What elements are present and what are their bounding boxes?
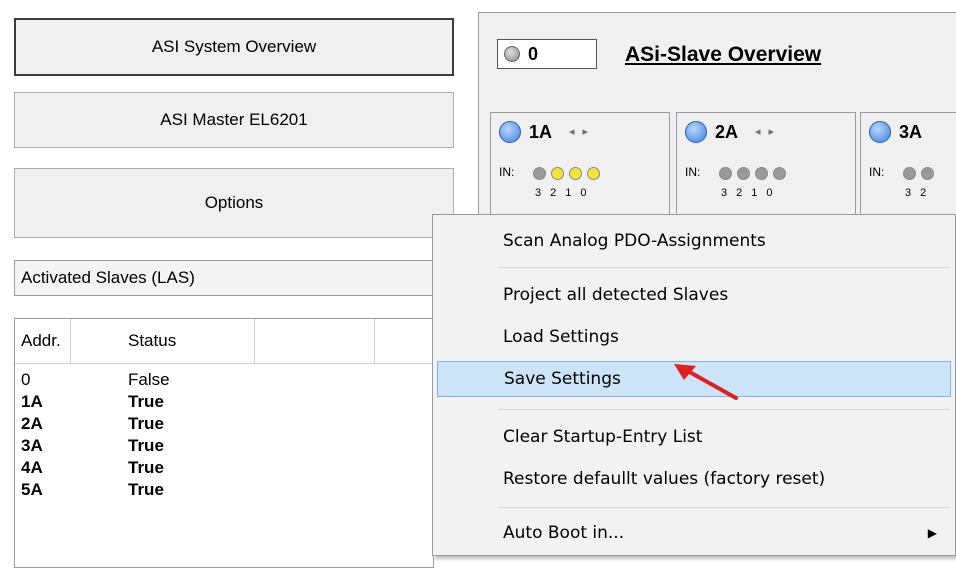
slave-id: 3A (899, 121, 923, 142)
cell-addr: 3A (21, 436, 43, 455)
slave-filter-value: Activated Slaves (LAS) (21, 268, 195, 287)
table-row[interactable]: 1A True (15, 392, 433, 414)
menu-item-auto-boot[interactable]: Auto Boot in... ▶ (437, 515, 951, 551)
bit-label: 3 (905, 187, 912, 199)
cell-status: True (128, 458, 164, 477)
column-header-status[interactable]: Status (71, 319, 255, 363)
in-label: IN: (869, 165, 885, 179)
input-led-icon (737, 167, 750, 180)
menu-item-scan-analog-pdo[interactable]: Scan Analog PDO-Assignments (437, 223, 951, 259)
annotation-arrow-icon (674, 364, 738, 400)
cell-addr: 4A (21, 458, 43, 477)
cell-status: True (128, 392, 164, 411)
bit-label: 0 (766, 187, 773, 199)
submenu-arrow-icon: ▶ (927, 526, 937, 540)
menu-separator (499, 507, 949, 508)
bit-label: 1 (565, 187, 572, 199)
slave-counter-value: 0 (528, 43, 539, 64)
slave-card-3a[interactable]: 3A IN: 3 2 (860, 112, 956, 222)
input-led-icon (719, 167, 732, 180)
menu-separator (499, 267, 949, 268)
cell-status: False (128, 370, 170, 389)
slave-led-icon (869, 121, 891, 143)
menu-separator (499, 409, 949, 410)
slave-scroll-arrows-icon[interactable]: ◂▸ (755, 125, 782, 138)
input-led-icon (773, 167, 786, 180)
cell-addr: 0 (21, 370, 31, 389)
table-header: Addr. Status (15, 319, 433, 364)
slave-led-icon (499, 121, 521, 143)
slave-card-2a[interactable]: 2A ◂▸ IN: 3 2 1 0 (676, 112, 856, 222)
in-label: IN: (685, 165, 701, 179)
input-led-icon (569, 167, 582, 180)
slave-id: 1A (529, 121, 553, 142)
cell-status: True (128, 436, 164, 455)
menu-item-clear-startup-list[interactable]: Clear Startup-Entry List (437, 419, 951, 455)
cell-addr: 5A (21, 480, 43, 499)
slave-led-icon (685, 121, 707, 143)
asi-master-button[interactable]: ASI Master EL6201 (14, 92, 454, 148)
slave-overview-title: ASi-Slave Overview (625, 43, 822, 66)
bit-label: 2 (920, 187, 927, 199)
menu-item-auto-boot-label: Auto Boot in... (503, 523, 625, 543)
slave-id: 2A (715, 121, 739, 142)
table-row[interactable]: 3A True (15, 436, 433, 458)
bit-label: 2 (736, 187, 743, 199)
slave-scroll-arrows-icon[interactable]: ◂▸ (569, 125, 596, 138)
column-header-addr[interactable]: Addr. (15, 319, 71, 363)
slave-counter-box: 0 (497, 39, 597, 69)
menu-item-project-all-slaves[interactable]: Project all detected Slaves (437, 277, 951, 313)
slave-card-1a[interactable]: 1A ◂▸ IN: 3 2 1 0 (490, 112, 670, 222)
cell-status: True (128, 414, 164, 433)
table-row[interactable]: 5A True (15, 480, 433, 502)
cell-addr: 1A (21, 392, 43, 411)
bit-label: 2 (550, 187, 557, 199)
options-button[interactable]: Options (14, 168, 454, 238)
table-row[interactable]: 2A True (15, 414, 433, 436)
input-led-icon (533, 167, 546, 180)
slave-filter-dropdown[interactable]: Activated Slaves (LAS) (14, 260, 454, 296)
bit-label: 1 (751, 187, 758, 199)
menu-item-restore-defaults[interactable]: Restore defaullt values (factory reset) (437, 461, 951, 497)
menu-item-load-settings[interactable]: Load Settings (437, 319, 951, 355)
slave-status-table[interactable]: Addr. Status 0 False 1A True 2A True 3A … (14, 318, 434, 568)
bit-label: 0 (580, 187, 587, 199)
column-header-empty[interactable] (255, 319, 375, 363)
input-led-icon (551, 167, 564, 180)
cell-status: True (128, 480, 164, 499)
input-led-icon (921, 167, 934, 180)
input-led-icon (587, 167, 600, 180)
asi-system-overview-button[interactable]: ASI System Overview (14, 18, 454, 76)
table-row[interactable]: 0 False (15, 370, 433, 392)
status-led-icon (504, 46, 520, 62)
input-led-icon (903, 167, 916, 180)
cell-addr: 2A (21, 414, 43, 433)
in-label: IN: (499, 165, 515, 179)
input-led-icon (755, 167, 768, 180)
table-row[interactable]: 4A True (15, 458, 433, 480)
bit-label: 3 (721, 187, 728, 199)
bit-label: 3 (535, 187, 542, 199)
